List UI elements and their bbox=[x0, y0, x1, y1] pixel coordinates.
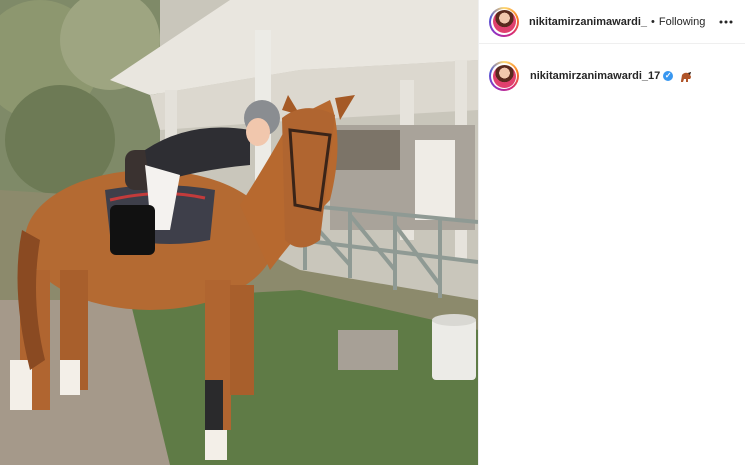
separator-dot: • bbox=[651, 15, 655, 28]
caption-avatar[interactable] bbox=[489, 61, 519, 91]
caption-username[interactable]: nikitamirzanimawardi_17 bbox=[530, 70, 660, 82]
horse-emoji-icon bbox=[679, 70, 693, 82]
horse-riding-photo bbox=[0, 0, 478, 465]
post-header: nikitamirzanimawardi_ • Following bbox=[479, 0, 745, 44]
post-side-panel: nikitamirzanimawardi_ • Following nikita… bbox=[478, 0, 745, 465]
caption-row: nikitamirzanimawardi_17 ✓ bbox=[479, 44, 745, 91]
avatar[interactable] bbox=[489, 6, 519, 37]
more-options-icon[interactable] bbox=[717, 13, 735, 31]
header-username[interactable]: nikitamirzanimawardi_ bbox=[529, 16, 647, 28]
post-photo[interactable] bbox=[0, 0, 478, 465]
verified-badge-icon: ✓ bbox=[663, 71, 674, 81]
follow-status-button[interactable]: Following bbox=[659, 16, 705, 28]
